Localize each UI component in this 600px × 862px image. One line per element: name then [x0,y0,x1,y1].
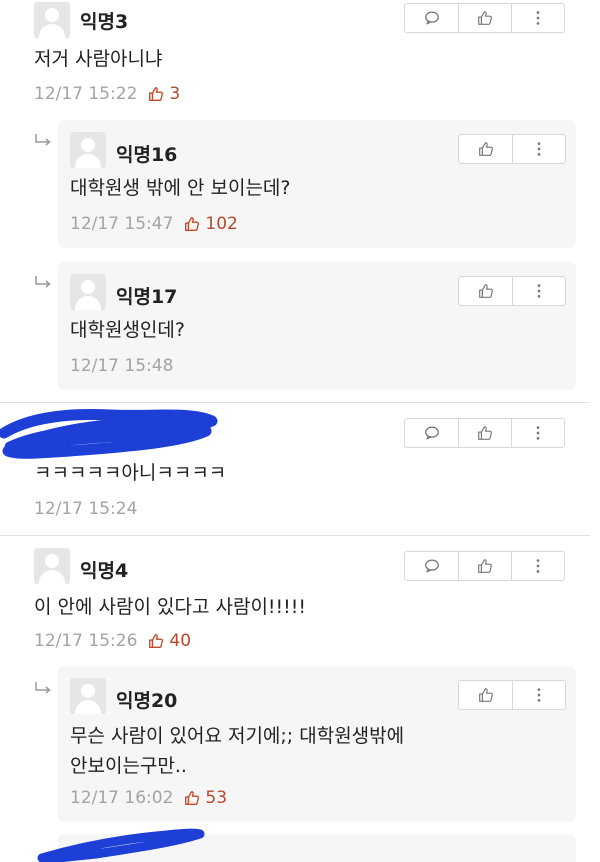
thumbs-up-icon [147,85,165,103]
like-button[interactable] [458,4,511,32]
redaction-scribble [37,828,205,862]
comment-meta: 12/17 15:22 3 [34,84,180,104]
thumbs-up-icon [476,557,494,575]
avatar [70,678,106,714]
comment-actions [458,134,566,164]
vertical-dots-icon [530,686,548,704]
comment: ㅋㅋㅋㅋㅋ아니ㅋㅋㅋㅋ 12/17 15:24 [0,403,600,533]
comment-actions [404,3,565,33]
reply-button[interactable] [405,419,458,447]
comment-text: 대학원생 밖에 안 보이는데? [70,177,291,199]
comment: 익명4 이 안에 사람이 있다고 사람이!!!!! 12/17 15:26 40 [0,536,600,661]
thumbs-up-icon [476,424,494,442]
like-count: 3 [169,84,181,104]
comment-actions [404,551,565,581]
like-button[interactable] [458,552,511,580]
speech-bubble-icon [423,557,441,575]
vertical-dots-icon [530,282,548,300]
avatar [34,2,70,38]
more-button[interactable] [512,135,565,163]
comment-time: 12/17 15:26 [34,631,138,651]
reply-arrow-icon [34,681,52,695]
comment-meta: 12/17 15:24 [34,499,137,519]
redaction-scribble [0,409,218,459]
comment-actions [458,680,566,710]
comment-meta: 12/17 15:26 40 [34,631,191,651]
comment-text: 이 안에 사람이 있다고 사람이!!!!! [34,596,307,618]
avatar [70,274,106,310]
vertical-dots-icon [529,424,547,442]
comment-actions [458,276,566,306]
thumbs-up-icon [477,686,495,704]
comment-time: 12/17 15:47 [70,214,174,234]
comment-text-line: 무슨 사람이 있어요 저기에;; 대학원생밖에 [70,725,405,747]
more-button[interactable] [511,419,564,447]
like-count: 53 [205,788,228,808]
comment-author: 익명16 [116,144,178,166]
reply-button[interactable] [405,552,458,580]
like-button[interactable] [459,681,512,709]
reply-comment: 익명20 무슨 사람이 있어요 저기에;; 대학원생밖에 안보이는구만.. 12… [58,666,576,822]
like-button[interactable] [459,135,512,163]
comment-meta: 12/17 15:48 [70,356,173,376]
comment-time: 12/17 15:24 [34,499,138,519]
comment: 익명3 저거 사람아니냐 12/17 15:22 3 [0,0,600,118]
reply-button[interactable] [405,4,458,32]
thumbs-up-icon [477,140,495,158]
vertical-dots-icon [530,140,548,158]
comment-text-line: 안보이는구만.. [70,755,187,777]
vertical-dots-icon [529,9,547,27]
more-button[interactable] [512,681,565,709]
comment-text: ㅋㅋㅋㅋㅋ아니ㅋㅋㅋㅋ [34,462,227,484]
vertical-dots-icon [529,557,547,575]
comment-actions [404,418,565,448]
reply-comment: 익명17 대학원생인데? 12/17 15:48 [58,262,576,390]
reply-arrow-icon [34,275,52,289]
avatar [34,548,70,584]
more-button[interactable] [511,552,564,580]
more-button[interactable] [512,277,565,305]
thumbs-up-icon [477,282,495,300]
reply-arrow-icon [34,133,52,147]
speech-bubble-icon [423,9,441,27]
comment-text: 대학원생인데? [70,319,185,341]
speech-bubble-icon [423,424,441,442]
thumbs-up-icon [183,789,201,807]
like-count: 102 [205,214,238,234]
thumbs-up-icon [183,215,201,233]
comment-author: 익명4 [80,560,129,582]
thumbs-up-icon [147,632,165,650]
thumbs-up-icon [476,9,494,27]
like-count: 40 [169,631,192,651]
comment-time: 12/17 15:48 [70,356,174,376]
like-button[interactable] [459,277,512,305]
comment-time: 12/17 16:02 [70,788,174,808]
comment-meta: 12/17 15:47 102 [70,214,238,234]
more-button[interactable] [511,4,564,32]
reply-comment: 익명16 대학원생 밖에 안 보이는데? 12/17 15:47 102 [58,120,576,248]
avatar [70,132,106,168]
comment-meta: 12/17 16:02 53 [70,788,227,808]
comment-text: 저거 사람아니냐 [34,48,163,70]
comment-author: 익명20 [116,690,178,712]
like-button[interactable] [458,419,511,447]
comment-author: 익명17 [116,286,178,308]
comment-time: 12/17 15:22 [34,84,138,104]
comment-author: 익명3 [80,11,129,33]
